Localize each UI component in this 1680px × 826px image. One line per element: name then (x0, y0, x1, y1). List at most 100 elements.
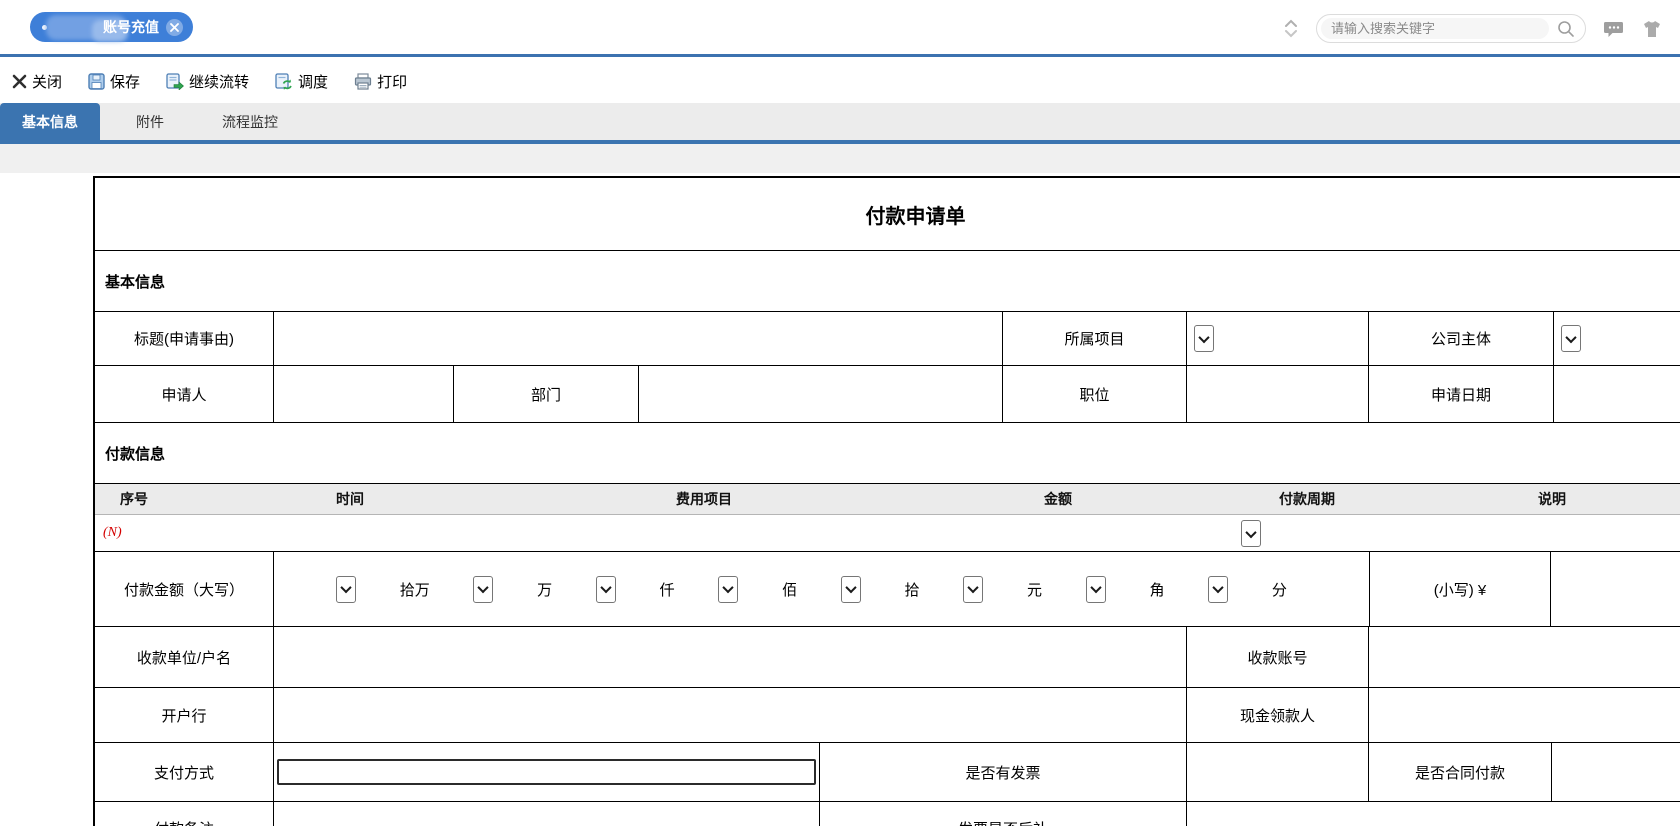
pay-remark-field[interactable] (274, 802, 820, 826)
invoice-later-label: 发票是否后补 (820, 802, 1187, 826)
project-label: 所属项目 (1003, 312, 1187, 365)
row-payee: 收款单位/户名 收款账号 (95, 627, 1680, 688)
row-bank: 开户行 现金领款人 (95, 688, 1680, 743)
amount-lowercase-field[interactable] (1551, 552, 1680, 626)
has-invoice-label: 是否有发票 (820, 743, 1187, 801)
header-seq: 序号 (120, 491, 148, 507)
section-basic-title: 基本信息 (105, 273, 166, 291)
row-applicant: 申请人 部门 职位 申请日期 (95, 366, 1680, 423)
digit-select-1k[interactable] (595, 575, 616, 603)
close-label: 关闭 (32, 74, 63, 91)
unit-jiao: 角 (1149, 581, 1165, 599)
has-invoice-field[interactable] (1187, 743, 1369, 801)
company-select[interactable] (1561, 325, 1581, 352)
theme-shirt-icon[interactable] (1642, 20, 1662, 38)
section-payment-row: 付款信息 (95, 423, 1680, 484)
digit-select-100[interactable] (718, 575, 739, 603)
pay-method-field (274, 743, 820, 801)
continue-flow-label: 继续流转 (189, 74, 250, 91)
position-field[interactable] (1187, 366, 1369, 422)
company-field (1554, 312, 1680, 365)
title-reason-field[interactable] (274, 312, 1003, 365)
department-field[interactable] (639, 366, 1003, 422)
print-button[interactable]: 打印 (354, 71, 407, 92)
tab-process-monitor[interactable]: 流程监控 (200, 103, 300, 140)
continue-flow-button[interactable]: 继续流转 (166, 71, 249, 92)
unit-100k: 拾万 (399, 581, 430, 599)
amount-units-field: 拾万 万 仟 佰 拾 元 角 分 (274, 552, 1370, 626)
search-input[interactable] (1331, 21, 1539, 36)
digit-select-yuan[interactable] (963, 575, 984, 603)
row-remark: 付款备注 发票是否后补 (95, 802, 1680, 826)
global-search[interactable] (1316, 14, 1586, 43)
form-title: 付款申请单 (865, 205, 966, 228)
row-pay-method: 支付方式 是否有发票 是否合同付款 (95, 743, 1680, 802)
header-note: 说明 (1538, 491, 1566, 507)
payee-account-field[interactable] (1369, 627, 1680, 687)
digit-select-10k[interactable] (473, 575, 494, 603)
unit-10k: 万 (537, 581, 553, 599)
detail-template-row: (N) (95, 515, 1680, 552)
action-toolbar: 关闭 保存 继续流转 调度 打印 (0, 60, 1680, 103)
contract-payment-label: 是否合同付款 (1369, 743, 1552, 801)
position-label: 职位 (1003, 366, 1187, 422)
tab-basic-info[interactable]: 基本信息 (0, 103, 100, 140)
pay-method-label: 支付方式 (95, 743, 274, 801)
search-icon[interactable] (1557, 20, 1575, 38)
unit-fen: 分 (1271, 581, 1287, 599)
form-title-row: 付款申请单 (95, 178, 1680, 251)
applicant-field[interactable] (274, 366, 454, 422)
company-label: 公司主体 (1369, 312, 1554, 365)
applicant-label: 申请人 (95, 366, 274, 422)
payee-account-label: 收款账号 (1187, 627, 1369, 687)
department-label: 部门 (454, 366, 639, 422)
project-select[interactable] (1194, 325, 1214, 352)
unit-1k: 仟 (659, 581, 675, 599)
print-label: 打印 (377, 74, 408, 91)
digit-select-100k[interactable] (336, 575, 356, 603)
tab-attachments[interactable]: 附件 (100, 103, 200, 140)
chevron-down-icon (1285, 30, 1297, 38)
invoice-later-field[interactable] (1187, 802, 1680, 826)
contract-payment-field[interactable] (1552, 743, 1680, 801)
amount-lowercase-label: (小写) ¥ (1370, 552, 1551, 626)
cash-receiver-field[interactable] (1369, 688, 1680, 742)
form-tabbar: 基本信息 附件 流程监控 (0, 103, 1680, 140)
message-icon[interactable] (1604, 20, 1624, 38)
app-window: 账号充值 请输入搜索关键字 关闭 保存 继续流转 调度 打印 基本信息 附件 流… (0, 0, 1680, 826)
row-count-marker: (N) (103, 525, 122, 540)
unit-100: 佰 (782, 581, 798, 599)
schedule-label: 调度 (298, 74, 329, 91)
close-button[interactable]: 关闭 (12, 71, 62, 92)
pay-cycle-select[interactable] (1241, 520, 1261, 547)
digit-select-jiao[interactable] (1085, 575, 1106, 603)
bank-field[interactable] (274, 688, 1187, 742)
section-payment-title: 付款信息 (105, 445, 166, 463)
close-icon (12, 74, 27, 89)
header-time: 时间 (336, 491, 364, 507)
schedule-icon (275, 73, 293, 90)
print-icon (354, 73, 372, 90)
content-gray-band (0, 144, 1680, 173)
open-document-tab[interactable]: 账号充值 (30, 12, 193, 42)
section-basic-row: 基本信息 (95, 251, 1680, 312)
payee-field[interactable] (274, 627, 1187, 687)
header-expense: 费用项目 (676, 491, 732, 507)
apply-date-label: 申请日期 (1369, 366, 1554, 422)
header-amount: 金额 (1044, 491, 1072, 507)
top-bar: 账号充值 (0, 0, 1680, 57)
save-button[interactable]: 保存 (88, 71, 140, 92)
chevron-up-icon (1285, 19, 1297, 27)
apply-date-field[interactable] (1554, 366, 1680, 422)
schedule-button[interactable]: 调度 (275, 71, 328, 92)
unit-yuan: 元 (1026, 581, 1042, 599)
digit-select-fen[interactable] (1208, 575, 1229, 603)
search-field-area[interactable] (1321, 18, 1549, 39)
row-amount: 付款金额（大写） 拾万 万 仟 佰 拾 元 角 分 (小写) ¥ (95, 552, 1680, 627)
collapse-expand-control[interactable] (1284, 19, 1298, 38)
digit-select-10[interactable] (840, 575, 861, 603)
pay-method-input[interactable] (277, 759, 816, 785)
close-document-icon[interactable] (166, 18, 183, 36)
document-tab-label: 账号充值 (103, 19, 159, 35)
row-title-project-company: 标题(申请事由) 所属项目 公司主体 (95, 312, 1680, 366)
